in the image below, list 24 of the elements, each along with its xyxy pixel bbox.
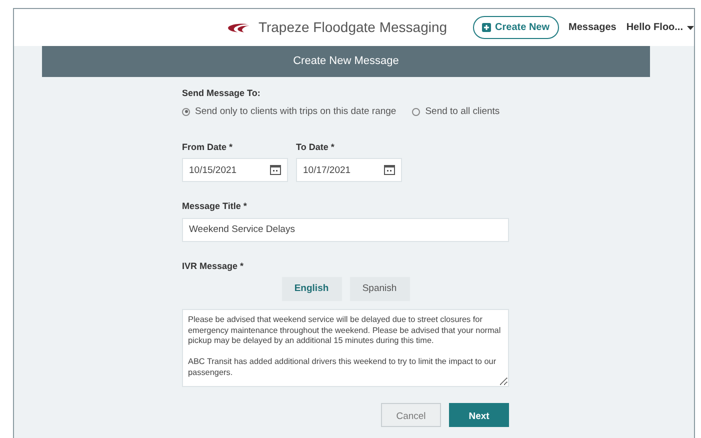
date-field[interactable]: 10/15/2021 (182, 158, 288, 182)
cancel-button[interactable]: Cancel (381, 402, 441, 426)
create-new-button[interactable]: Create New (473, 16, 559, 39)
page-title: Create New Message (42, 46, 650, 77)
field-label: From Date * (182, 140, 234, 154)
next-button[interactable]: Next (449, 402, 509, 426)
calendar-icon (384, 165, 395, 176)
field-label: Message Title * (182, 200, 248, 214)
language-tab[interactable]: Spanish (350, 277, 410, 302)
calendar-icon (270, 165, 281, 176)
field-label: IVR Message * (182, 260, 245, 273)
message-textarea[interactable]: Please be advised that weekend service will be delayed due to street closures for emergency maintenance throughout the weekend. Please be advised that your normal pickup may be delayed by an additional 15 minutes during this time. ABC Transit has added additional drivers this weekend to try to limit the impact to our passengers. (182, 309, 509, 388)
plus-icon (482, 23, 492, 32)
radio-option[interactable]: Send only to clients with trips on this date range (182, 104, 396, 119)
date-field[interactable]: 10/17/2021 (296, 158, 402, 182)
user-menu[interactable]: Hello Floo... (626, 20, 694, 35)
messages-link[interactable]: Messages (568, 20, 616, 35)
radio-option[interactable]: Send to all clients (412, 104, 500, 119)
app-title: Trapeze Floodgate Messaging (258, 18, 448, 37)
caret-icon (687, 26, 694, 30)
field-label: To Date * (296, 140, 336, 154)
language-tab[interactable]: English (282, 277, 342, 302)
title-field[interactable]: Weekend Service Delays (182, 218, 509, 242)
field-label: Send Message To: (182, 87, 262, 100)
